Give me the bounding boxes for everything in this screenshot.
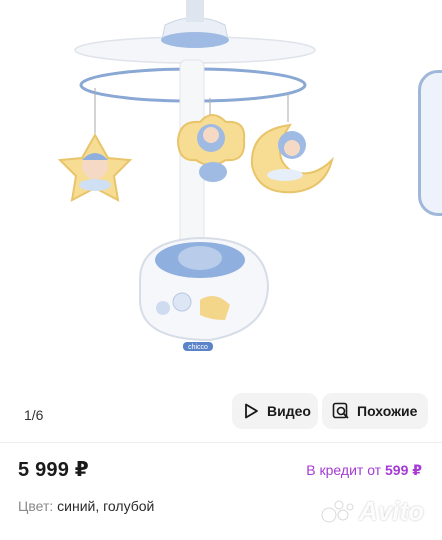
similar-label: Похожие: [357, 403, 418, 419]
product-photo: chicco: [57, 0, 334, 351]
credit-prefix: В кредит от: [306, 462, 382, 478]
play-icon: [245, 403, 258, 419]
credit-amount: 599 ₽: [385, 462, 422, 478]
similar-button[interactable]: Похожие: [322, 393, 428, 429]
credit-link[interactable]: В кредит от 599 ₽: [306, 462, 422, 479]
similar-search-icon: [332, 402, 349, 419]
avito-watermark: Avito: [321, 496, 424, 527]
price: 5 999 ₽: [18, 459, 89, 481]
video-button[interactable]: Видео: [232, 393, 318, 429]
color-label: Цвет:: [18, 498, 54, 514]
brand-sticker: chicco: [188, 344, 208, 351]
avito-logo-icon: [321, 500, 354, 522]
watermark-text: Avito: [359, 496, 424, 526]
color-row: Цвет: синий, голубой: [18, 498, 154, 514]
video-label: Видео: [267, 403, 311, 419]
divider: [0, 442, 442, 443]
photo-gallery[interactable]: chicco 1/6 Видео Похожие: [0, 0, 442, 440]
next-photo-peek[interactable]: [418, 70, 442, 216]
photo-counter: 1/6: [24, 407, 44, 423]
color-value: синий, голубой: [57, 498, 155, 514]
